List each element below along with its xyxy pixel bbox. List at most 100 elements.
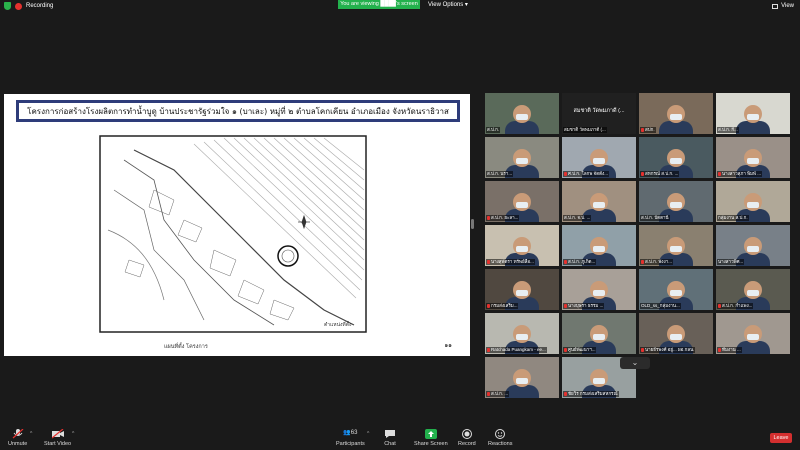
reactions-button[interactable]: Reactions	[488, 429, 512, 447]
mic-muted-icon	[487, 215, 490, 220]
participant-name: นางสุพัตรา ทรัพย์ลือ...	[491, 259, 534, 264]
participant-tile[interactable]: ส.ป.ก. นรา...	[485, 137, 559, 178]
participant-name-label: นางสาวพิศ...	[717, 259, 745, 265]
participant-name-label: ส.ป.ก. นรา...	[486, 171, 514, 177]
participant-name-label: นางสุพัตรา ทรัพย์ลือ...	[486, 259, 535, 265]
face-mask	[593, 202, 605, 208]
participant-name: ศ.ป.ก. โลกพ จัดตั้ง...	[568, 171, 608, 176]
participant-name: ส.ป.ก. ...	[491, 391, 509, 396]
mic-muted-icon	[564, 171, 567, 176]
participant-tile[interactable]: ส.ป.ก. ยะลา...	[485, 181, 559, 222]
gallery-next-page-button[interactable]: ⌄	[620, 357, 650, 369]
participant-tile[interactable]: กรมส่งเสริม...	[485, 269, 559, 310]
participant-tile[interactable]: ส.ป.ก. กำแพง...	[716, 269, 790, 310]
participant-tile[interactable]: นางบุษรา ธรรม ...	[562, 269, 636, 310]
participant-tile[interactable]: ส.ป.ก. จ.ป. ...	[562, 181, 636, 222]
participant-name: นางสาวพิศ...	[718, 259, 744, 264]
view-options-label: View Options	[428, 2, 464, 8]
meeting-toolbar: Unmute ^ Start Video ^ 👥63 Participants …	[0, 425, 800, 450]
participant-tile[interactable]: ศ.ป.ก. โลกพ จัดตั้ง...	[562, 137, 636, 178]
participant-name: ส.ป.ก. จ.ป. ...	[564, 215, 591, 220]
face-mask	[516, 202, 528, 208]
face-mask	[747, 334, 759, 340]
participant-tile[interactable]: ส.ป.ก. ...	[485, 357, 559, 398]
participant-name: สมชาติ วัดพมภาดี (...	[564, 127, 606, 132]
participant-tile[interactable]: ศูนย์พัฒนาฯ...	[562, 313, 636, 354]
unmute-button[interactable]: Unmute	[8, 429, 27, 447]
face-mask	[593, 290, 605, 296]
face-mask	[593, 158, 605, 164]
participant-tile[interactable]: สมชาติ วัดพมภาดี (... สมชาติ วัดพมภาดี (.…	[562, 93, 636, 134]
participant-tile[interactable]: กลุ่มงาน ส.ป.ก.	[716, 181, 790, 222]
participant-tile[interactable]: ส.ป.ก.	[485, 93, 559, 134]
video-options-caret[interactable]: ^	[72, 431, 74, 437]
participant-name: ส.ป.ก. กี่...	[718, 127, 738, 132]
start-video-button[interactable]: Start Video	[44, 429, 71, 447]
participant-name: กรมส่งเสริม...	[491, 303, 518, 308]
participants-options-caret[interactable]: ^	[367, 431, 369, 437]
map-caption: แผนที่ตั้ง โครงการ	[164, 342, 208, 350]
participant-tile[interactable]: สหกรณ์ ส.ป.ก. ...	[639, 137, 713, 178]
participants-label: Participants	[336, 441, 365, 447]
face-mask	[747, 290, 759, 296]
participant-name-label: นายธีรพงศ์ อยู่... ผอ.กลน.	[640, 347, 696, 353]
participant-tile[interactable]: สปก.	[639, 93, 713, 134]
view-options-button[interactable]: View Options ▾	[428, 1, 468, 8]
mic-muted-icon	[718, 171, 721, 176]
participant-name-label: ส.ป.ก. กี่...	[717, 127, 739, 133]
share-screen-button[interactable]: Share Screen	[414, 429, 448, 447]
participant-tile[interactable]: นางสุพัตรา ทรัพย์ลือ...	[485, 225, 559, 266]
participant-name: ส.ป.ก. ยะลา...	[491, 215, 519, 220]
start-video-label: Start Video	[44, 441, 72, 447]
face-mask	[593, 334, 605, 340]
participants-button[interactable]: 👥63 Participants	[336, 429, 365, 447]
viewing-banner: You are viewing ████'s screen	[338, 0, 420, 9]
participant-name: ส.ป.ก. ปัตตานี	[641, 215, 669, 220]
grid-icon	[772, 3, 779, 9]
unmute-label: Unmute	[8, 441, 28, 447]
participant-name: นางสาวสุภา พิมพ์ ...	[722, 171, 761, 176]
participants-icon: 👥63	[343, 430, 358, 436]
participant-name: สหกรณ์ ส.ป.ก. ...	[645, 171, 679, 176]
participant-tile[interactable]: นางสาวพิศ...	[716, 225, 790, 266]
share-screen-label: Share Screen	[414, 441, 448, 447]
participant-tile[interactable]: ทีมงาน ...	[716, 313, 790, 354]
record-button[interactable]: Record	[458, 429, 476, 447]
participant-tile[interactable]: นางสาวสุภา พิมพ์ ...	[716, 137, 790, 178]
chevron-down-icon: ▾	[464, 2, 468, 8]
participant-tile[interactable]: Ratchada Puangkam - ee...	[485, 313, 559, 354]
face-mask	[593, 378, 605, 384]
top-bar: Recording You are viewing ████'s screen …	[0, 0, 800, 14]
mic-muted-icon	[487, 347, 490, 352]
participant-name-label: ส.ป.ก. ...	[486, 391, 510, 397]
mic-muted-icon	[641, 171, 644, 176]
participant-name: ส.ป.ก. พังงา...	[645, 259, 672, 264]
leave-button[interactable]: Leave	[770, 433, 792, 443]
participant-tile[interactable]: ส.ป.ก. กี่...	[716, 93, 790, 134]
mic-muted-icon	[564, 391, 567, 396]
audio-options-caret[interactable]: ^	[30, 431, 32, 437]
face-mask	[670, 202, 682, 208]
chat-button[interactable]: Chat	[384, 429, 396, 447]
mic-muted-icon	[564, 347, 567, 352]
participant-name-label: ส.ป.ก.	[486, 127, 501, 133]
participant-tile[interactable]: ส.ป.ก. ปัตตานี	[639, 181, 713, 222]
reactions-label: Reactions	[488, 441, 513, 447]
view-button[interactable]: View	[772, 3, 794, 9]
participant-tile[interactable]: OLD_ss_กลุ่มงาน...	[639, 269, 713, 310]
participant-tile[interactable]: ส.ป.ก. ภูเก็ต...	[562, 225, 636, 266]
face-mask	[516, 334, 528, 340]
mic-muted-icon	[564, 303, 567, 308]
face-mask	[747, 246, 759, 252]
recording-indicator[interactable]: Recording	[4, 2, 53, 10]
participant-name-label: OLD_ss_กลุ่มงาน...	[640, 303, 681, 309]
participant-tile[interactable]: ส.ป.ก. พังงา...	[639, 225, 713, 266]
record-icon	[15, 2, 22, 10]
participant-name: นายธีรพงศ์ อยู่... ผอ.กลน.	[645, 347, 695, 352]
mic-muted-icon	[718, 303, 721, 308]
resize-handle[interactable]	[471, 219, 474, 229]
participant-name-label: นางสาวสุภา พิมพ์ ...	[717, 171, 762, 177]
mic-muted-icon	[564, 259, 567, 264]
participant-name-label: ส.ป.ก. ภูเก็ต...	[563, 259, 597, 265]
participant-tile[interactable]: นายธีรพงศ์ อยู่... ผอ.กลน.	[639, 313, 713, 354]
